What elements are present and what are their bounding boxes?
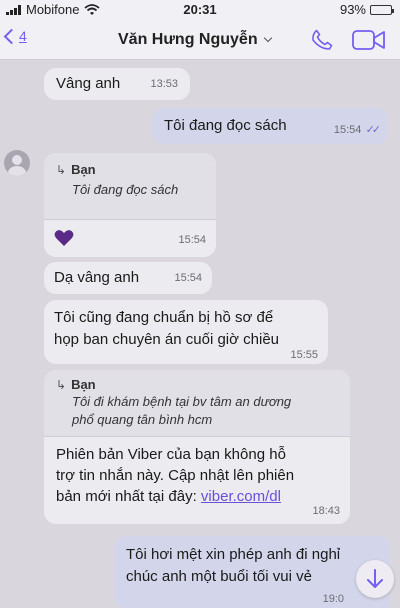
scroll-down-button[interactable] <box>356 560 394 598</box>
quoted-message[interactable]: ↳ Bạn Tôi đang đọc sách <box>44 153 216 219</box>
reply-arrow-icon: ↳ <box>56 162 67 177</box>
message-text-line: trợ tin nhắn này. Cập nhật lên phiên <box>56 467 295 484</box>
contact-name-button[interactable]: Văn Hưng Nguyễn <box>118 31 272 49</box>
quoted-text-line: phổ quang tân bình hcm <box>72 411 213 427</box>
message-text-line: Phiên bản Viber của bạn không hỗ <box>56 446 286 463</box>
reply-author: Bạn <box>71 162 96 177</box>
quoted-text: Tôi đang đọc sách <box>72 182 179 197</box>
message-text-line: bản mới nhất tại đây: viber.com/dl <box>56 486 338 507</box>
message-bubble-incoming[interactable]: Vâng anh 13:53 <box>44 68 190 100</box>
message-text: Tôi đang đọc sách <box>164 117 287 134</box>
message-bubble-incoming-reply[interactable]: ↳ Bạn Tôi đi khám bệnh tại bv tâm an dươ… <box>44 370 350 524</box>
reply-header: ↳ Bạn <box>56 162 206 177</box>
reply-author: Bạn <box>71 377 96 392</box>
message-text-line: Tôi cũng đang chuẩn bị hồ sơ để <box>54 309 274 326</box>
message-bubble-outgoing[interactable]: Tôi đang đọc sách 15:54 ✓✓ <box>152 108 388 144</box>
reply-arrow-icon: ↳ <box>56 377 67 392</box>
message-bubble-incoming[interactable]: Tôi cũng đang chuẩn bị hồ sơ để họp ban … <box>44 300 328 364</box>
message-time: 15:54 <box>178 234 206 246</box>
divider <box>44 219 216 220</box>
quoted-text: Tôi đi khám bệnh tại bv tâm an dương phổ… <box>56 393 340 428</box>
message-time: 19:0 <box>322 593 344 605</box>
back-chevron-icon <box>3 28 20 44</box>
update-link[interactable]: viber.com/dl <box>201 488 281 505</box>
message-bubble-incoming-reply[interactable]: ↳ Bạn Tôi đang đọc sách 15:54 <box>44 153 216 257</box>
scroll-down-icon <box>367 569 383 588</box>
reply-header: ↳ Bạn <box>56 377 340 392</box>
message-text: Phiên bản Viber của bạn không hỗ trợ tin… <box>44 437 350 514</box>
message-list[interactable]: Vâng anh 13:53 Tôi đang đọc sách 15:54 ✓… <box>0 60 400 608</box>
message-bubble-outgoing[interactable]: Tôi hơi mệt xin phép anh đi nghỉ chúc an… <box>114 536 390 608</box>
read-ticks-icon: ✓✓ <box>365 124 382 136</box>
battery-icon <box>370 4 394 15</box>
quoted-text-line: Tôi đi khám bệnh tại bv tâm an dương <box>72 394 292 409</box>
phone-icon[interactable] <box>310 28 334 52</box>
message-text-line: Tôi hơi mệt xin phép anh đi nghỉ <box>126 546 341 563</box>
chat-header: 4 Văn Hưng Nguyễn <box>0 20 400 60</box>
message-text-line: họp ban chuyên án cuối giờ chiều <box>54 331 279 348</box>
avatar[interactable] <box>4 150 30 176</box>
back-button[interactable]: 4 <box>3 28 27 44</box>
heart-icon <box>54 230 74 246</box>
message-text: Dạ vâng anh <box>54 269 140 286</box>
message-time: 15:55 <box>290 349 318 361</box>
message-time: 13:53 <box>150 78 178 90</box>
message-bubble-incoming[interactable]: Dạ vâng anh 15:54 <box>44 262 212 294</box>
battery-percent: 93% <box>339 2 366 17</box>
chevron-down-icon <box>263 33 272 43</box>
message-text: Vâng anh <box>56 75 121 92</box>
message-time: 15:54 <box>333 124 362 136</box>
contact-name: Văn Hưng Nguyễn <box>118 31 258 48</box>
video-call-icon[interactable] <box>352 29 386 51</box>
quoted-message[interactable]: ↳ Bạn Tôi đi khám bệnh tại bv tâm an dươ… <box>44 370 350 436</box>
message-time: 15:54 <box>174 272 202 284</box>
message-text-line: chúc anh một buổi tối vui vẻ <box>126 568 312 585</box>
message-time: 18:43 <box>312 505 340 517</box>
status-bar: Mobifone 20:31 93% <box>0 0 400 20</box>
message-meta: 15:54 ✓✓ <box>333 120 382 137</box>
battery-group: 93% <box>339 2 394 17</box>
unread-count: 4 <box>19 28 27 44</box>
message-text-part: bản mới nhất tại đây: <box>56 488 197 505</box>
